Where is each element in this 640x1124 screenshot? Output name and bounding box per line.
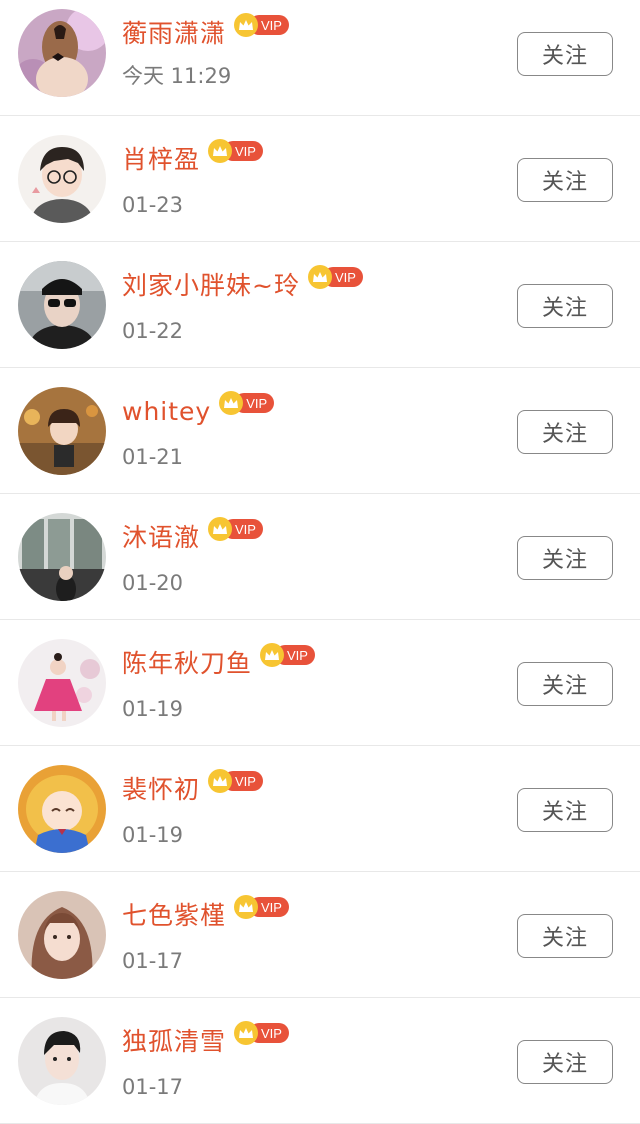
follow-button[interactable]: 关注 bbox=[517, 32, 613, 76]
name-line: 刘家小胖妹~玲 VIP bbox=[122, 265, 363, 305]
user-name[interactable]: 独孤清雪 bbox=[122, 1029, 226, 1054]
user-row[interactable]: 独孤清雪 VIP 01-17 关注 bbox=[0, 998, 640, 1124]
follow-time: 01-19 bbox=[122, 697, 184, 721]
avatar-cartoon-boy-icon[interactable] bbox=[18, 135, 106, 223]
follow-button[interactable]: 关注 bbox=[517, 1040, 613, 1084]
follow-time: 01-17 bbox=[122, 1075, 184, 1099]
follow-button[interactable]: 关注 bbox=[517, 410, 613, 454]
avatar-anime-girl-icon[interactable] bbox=[18, 765, 106, 853]
vip-badge: VIP bbox=[234, 1021, 289, 1045]
follow-button[interactable]: 关注 bbox=[517, 914, 613, 958]
user-name[interactable]: 蘅雨潇潇 bbox=[122, 21, 226, 46]
crown-icon bbox=[260, 643, 285, 667]
crown-icon bbox=[208, 769, 233, 793]
name-line: 独孤清雪 VIP bbox=[122, 1021, 289, 1061]
follow-time: 今天 11:29 bbox=[122, 64, 232, 88]
user-row[interactable]: 肖梓盈 VIP 01-23 关注 bbox=[0, 116, 640, 242]
user-name[interactable]: 肖梓盈 bbox=[122, 147, 200, 172]
avatar-window-icon[interactable] bbox=[18, 513, 106, 601]
vip-badge: VIP bbox=[219, 391, 275, 415]
user-row[interactable]: whitey VIP 01-21 关注 bbox=[0, 368, 640, 494]
crown-icon bbox=[307, 265, 332, 289]
name-line: 陈年秋刀鱼 VIP bbox=[122, 643, 315, 683]
name-line: 蘅雨潇潇 VIP bbox=[122, 13, 289, 53]
crown-icon bbox=[234, 895, 259, 919]
vip-badge: VIP bbox=[208, 139, 263, 163]
follow-time: 01-22 bbox=[122, 319, 184, 343]
vip-badge: VIP bbox=[307, 265, 363, 289]
crown-icon bbox=[208, 517, 233, 541]
user-name[interactable]: 裴怀初 bbox=[122, 777, 200, 802]
avatar-portrait-boy-icon[interactable] bbox=[18, 1017, 106, 1105]
follow-button[interactable]: 关注 bbox=[517, 158, 613, 202]
follow-button[interactable]: 关注 bbox=[517, 536, 613, 580]
vip-badge: VIP bbox=[260, 643, 315, 667]
avatar-pink-dress-icon[interactable] bbox=[18, 639, 106, 727]
user-row[interactable]: 刘家小胖妹~玲 VIP 01-22 关注 bbox=[0, 242, 640, 368]
crown-icon bbox=[234, 1021, 259, 1045]
crown-icon bbox=[234, 13, 259, 37]
user-row[interactable]: 沐语澈 VIP 01-20 关注 bbox=[0, 494, 640, 620]
follow-time: 01-17 bbox=[122, 949, 184, 973]
follow-button[interactable]: 关注 bbox=[517, 788, 613, 832]
follow-time: 01-23 bbox=[122, 193, 184, 217]
name-line: whitey VIP bbox=[122, 391, 275, 431]
user-row[interactable]: 七色紫槿 VIP 01-17 关注 bbox=[0, 872, 640, 998]
vip-badge: VIP bbox=[234, 895, 289, 919]
name-line: 裴怀初 VIP bbox=[122, 769, 263, 809]
follow-time: 01-21 bbox=[122, 445, 184, 469]
follow-button[interactable]: 关注 bbox=[517, 284, 613, 328]
avatar-sunglasses-icon[interactable] bbox=[18, 261, 106, 349]
name-line: 肖梓盈 VIP bbox=[122, 139, 263, 179]
crown-icon bbox=[208, 139, 233, 163]
avatar-doll-icon[interactable] bbox=[18, 387, 106, 475]
avatar-girl-back-icon[interactable] bbox=[18, 9, 106, 97]
follower-list: 蘅雨潇潇 VIP 今天 11:29 关注 肖梓盈 VIP 01-23 关注 刘家… bbox=[0, 0, 640, 1124]
user-name[interactable]: 刘家小胖妹~玲 bbox=[122, 273, 300, 298]
name-line: 七色紫槿 VIP bbox=[122, 895, 289, 935]
user-name[interactable]: 沐语澈 bbox=[122, 525, 200, 550]
name-line: 沐语澈 VIP bbox=[122, 517, 263, 557]
user-row[interactable]: 蘅雨潇潇 VIP 今天 11:29 关注 bbox=[0, 0, 640, 116]
follow-time: 01-20 bbox=[122, 571, 184, 595]
follow-button[interactable]: 关注 bbox=[517, 662, 613, 706]
user-name[interactable]: 七色紫槿 bbox=[122, 903, 226, 928]
user-name[interactable]: whitey bbox=[122, 399, 211, 424]
user-row[interactable]: 陈年秋刀鱼 VIP 01-19 关注 bbox=[0, 620, 640, 746]
vip-badge: VIP bbox=[208, 769, 263, 793]
vip-badge: VIP bbox=[234, 13, 289, 37]
user-name[interactable]: 陈年秋刀鱼 bbox=[122, 651, 252, 676]
avatar-portrait-girl-icon[interactable] bbox=[18, 891, 106, 979]
user-row[interactable]: 裴怀初 VIP 01-19 关注 bbox=[0, 746, 640, 872]
follow-time: 01-19 bbox=[122, 823, 184, 847]
vip-badge: VIP bbox=[208, 517, 263, 541]
